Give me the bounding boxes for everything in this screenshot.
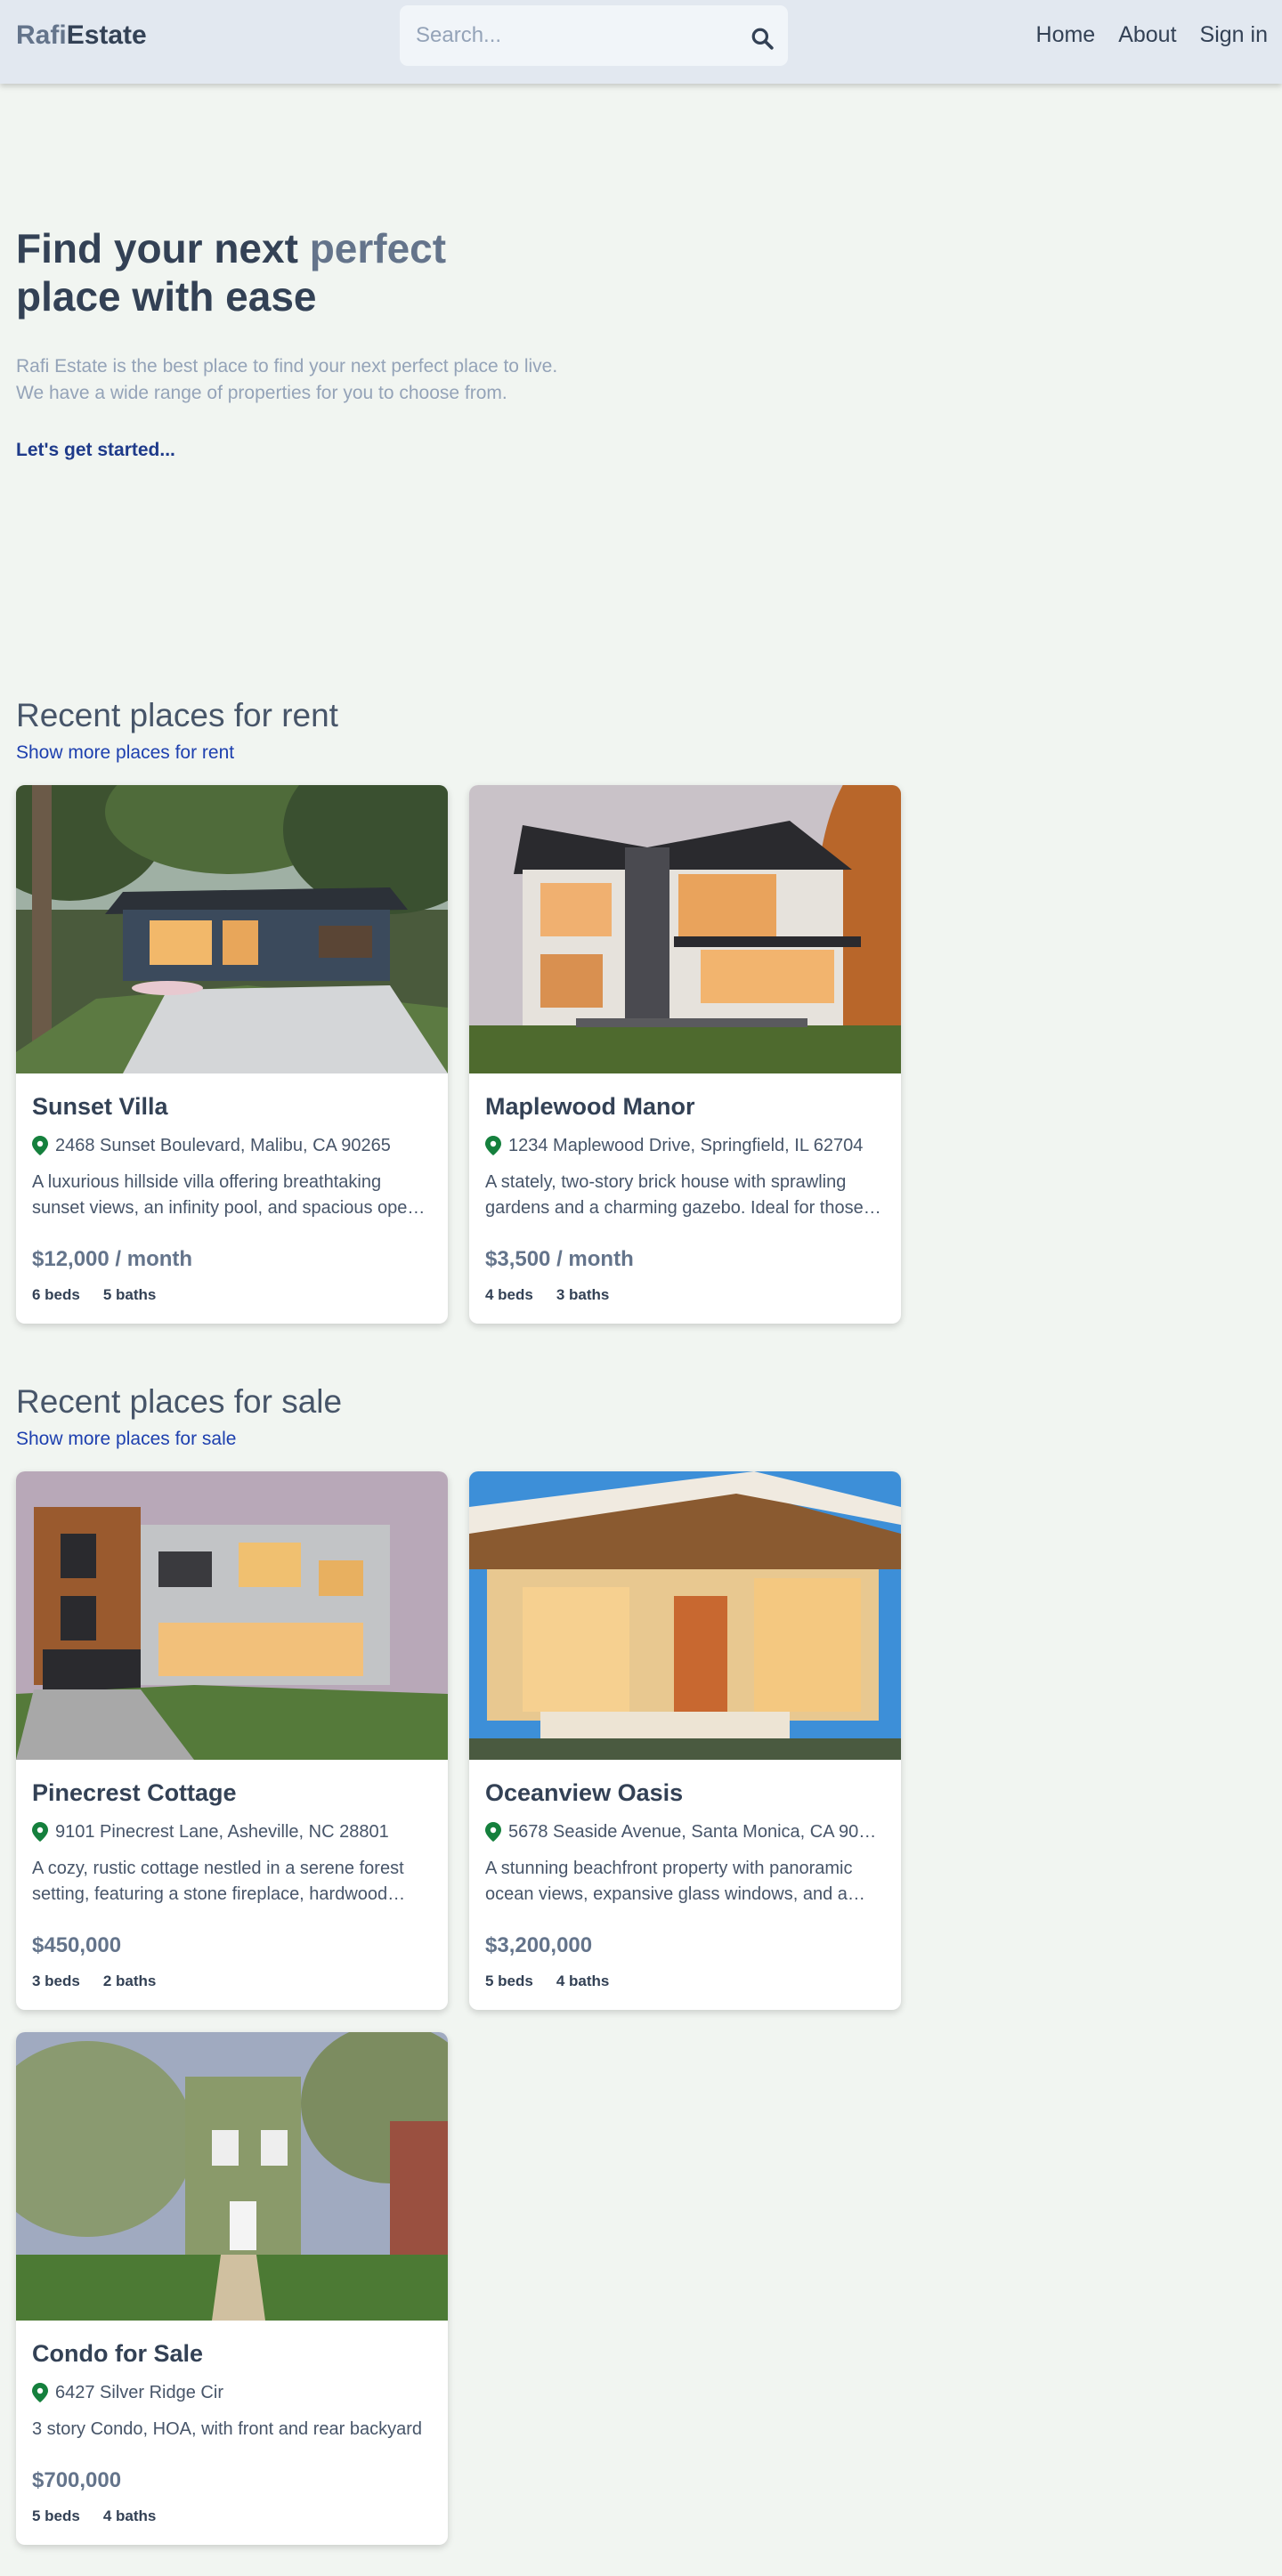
listing-baths: 4 baths [556,1973,610,1989]
map-pin-icon [32,2383,48,2402]
listing-meta: 5 beds 4 baths [485,1972,609,1991]
listing-price: $3,200,000 [485,1933,593,1957]
listing-card[interactable]: Maplewood Manor 1234 Maplewood Drive, Sp… [469,785,901,1324]
hero-desc-line1: Rafi Estate is the best place to find yo… [16,356,558,377]
site-logo[interactable]: RafiEstate [16,20,147,52]
listing-title: Condo for Sale [32,2340,204,2367]
listing-meta: 5 beds 4 baths [32,2507,156,2526]
search-input[interactable] [416,5,736,66]
listing-price: $3,500 / month [485,1247,634,1271]
nav-about-link[interactable]: About [1118,21,1176,48]
map-pin-icon [485,1822,501,1842]
rent-section-title: Recent places for rent [16,697,338,733]
listing-beds: 5 beds [32,2507,80,2524]
listing-card[interactable]: Oceanview Oasis 5678 Seaside Avenue, San… [469,1471,901,2010]
listing-photo [469,785,901,1073]
map-pin-icon [32,1136,48,1155]
listing-baths: 3 baths [556,1286,610,1303]
listing-beds: 6 beds [32,1286,80,1303]
listing-address: 5678 Seaside Avenue, Santa Monica, CA 90… [485,1820,885,1843]
listing-card[interactable]: Condo for Sale 6427 Silver Ridge Cir 3 s… [16,2032,448,2545]
hero-title: Find your next perfect place with ease [16,224,515,320]
listing-address: 9101 Pinecrest Lane, Asheville, NC 28801 [32,1820,432,1843]
listing-description: A stunning beachfront property with pano… [485,1859,853,1904]
listing-meta: 4 beds 3 baths [485,1285,609,1305]
sale-section-title: Recent places for sale [16,1383,343,1420]
listing-beds: 4 beds [485,1286,533,1303]
logo-part-rafi: Rafi [16,20,67,50]
show-more-rent-link[interactable]: Show more places for rent [16,741,234,766]
listing-meta: 3 beds 2 baths [32,1972,156,1991]
listing-beds: 5 beds [485,1973,533,1989]
listing-price: $450,000 [32,1933,122,1957]
listing-price: $12,000 / month [32,1247,193,1271]
listing-address: 1234 Maplewood Drive, Springfield, IL 62… [485,1134,885,1157]
listing-baths: 2 baths [102,1973,157,1989]
nav-home-link[interactable]: Home [1036,21,1096,48]
listing-photo [16,785,448,1073]
show-more-sale-link[interactable]: Show more places for sale [16,1427,236,1452]
main-nav: Home About Sign in [1036,21,1268,48]
listing-address-text: 5678 Seaside Avenue, Santa Monica, CA 90… [508,1822,885,1842]
listing-baths: 5 baths [102,1286,157,1303]
listing-address-text: 1234 Maplewood Drive, Springfield, IL 62… [508,1136,864,1155]
listing-description: A cozy, rustic cottage nestled in a sere… [32,1859,404,1904]
listing-description: 3 story Condo, HOA, with front and rear … [32,2419,422,2439]
listing-description: A luxurious hillside villa offering brea… [32,1172,424,1218]
map-pin-icon [32,1822,48,1842]
listing-address: 2468 Sunset Boulevard, Malibu, CA 90265 [32,1134,432,1157]
listing-address-text: 9101 Pinecrest Lane, Asheville, NC 28801 [55,1822,389,1842]
listing-title: Oceanview Oasis [485,1779,684,1806]
nav-signin-link[interactable]: Sign in [1200,21,1268,48]
hero-title-part2: place with ease [16,273,317,320]
logo-part-estate: Estate [66,20,147,50]
hero-desc-line2: We have a wide range of properties for y… [16,383,507,403]
listing-address-text: 6427 Silver Ridge Cir [55,2383,223,2402]
listing-title: Sunset Villa [32,1093,168,1120]
listing-address: 6427 Silver Ridge Cir [32,2381,432,2404]
listing-card[interactable]: Sunset Villa 2468 Sunset Boulevard, Mali… [16,785,448,1324]
listing-title: Maplewood Manor [485,1093,695,1120]
listing-title: Pinecrest Cottage [32,1779,237,1806]
listing-photo [16,2032,448,2321]
listing-photo [469,1471,901,1760]
listing-description: A stately, two-story brick house with sp… [485,1172,864,1218]
listing-card[interactable]: Pinecrest Cottage 9101 Pinecrest Lane, A… [16,1471,448,2010]
listing-meta: 6 beds 5 baths [32,1285,156,1305]
listing-photo [16,1471,448,1760]
top-navbar: RafiEstate Home About Sign in [0,0,1282,84]
listing-address-text: 2468 Sunset Boulevard, Malibu, CA 90265 [55,1136,391,1155]
search-icon[interactable] [751,27,774,50]
search-bar [400,5,788,66]
listing-price: $700,000 [32,2468,122,2492]
hero-title-part1: Find your next [16,225,310,271]
get-started-link[interactable]: Let's get started... [16,438,175,463]
listing-beds: 3 beds [32,1973,80,1989]
listing-baths: 4 baths [102,2507,157,2524]
hero-title-highlight: perfect [309,225,447,271]
hero-description: Rafi Estate is the best place to find yo… [16,353,586,407]
map-pin-icon [485,1136,501,1155]
